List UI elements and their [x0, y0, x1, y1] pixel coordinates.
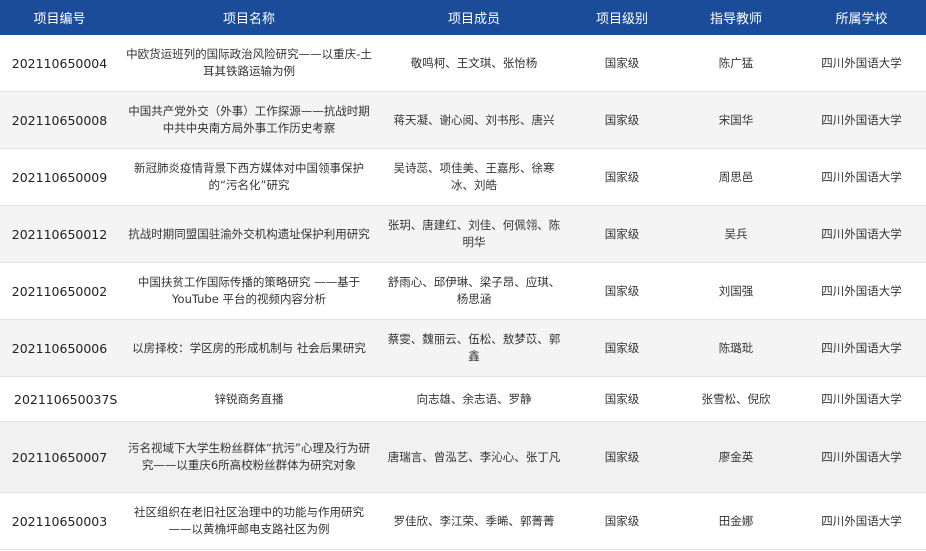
table-row: 202110650008 中国共产党外交（外事）工作探源——抗战时期中共中央南方… [0, 91, 926, 149]
cell-project-id: 202110650009 [0, 148, 119, 206]
table-row: 202110650012 抗战时期同盟国驻渝外交机构遗址保护利用研究 张玥、唐建… [0, 205, 926, 263]
cell-members: 向志雄、余志语、罗静 [379, 376, 569, 422]
header-project-members: 项目成员 [379, 0, 569, 35]
cell-project-name: 中国共产党外交（外事）工作探源——抗战时期中共中央南方局外事工作历史考察 [119, 91, 379, 149]
cell-project-name: 以房择校：学区房的形成机制与 社会后果研究 [119, 319, 379, 377]
table-row: 202110650009 新冠肺炎疫情背景下西方媒体对中国领事保护的“污名化”研… [0, 148, 926, 206]
cell-project-name: 抗战时期同盟国驻渝外交机构遗址保护利用研究 [119, 205, 379, 263]
cell-members: 张玥、唐建红、刘佳、何佩翎、陈明华 [379, 205, 569, 263]
table-row: 202110650003 社区组织在老旧社区治理中的功能与作用研究——以黄桷坪邮… [0, 492, 926, 550]
cell-project-name: 新冠肺炎疫情背景下西方媒体对中国领事保护的“污名化”研究 [119, 148, 379, 206]
cell-advisor: 田金娜 [675, 492, 797, 550]
cell-project-name: 污名视域下大学生粉丝群体“抗污”心理及行为研究——以重庆6所高校粉丝群体为研究对… [119, 421, 379, 493]
cell-school: 四川外国语大学 [797, 262, 926, 320]
cell-school: 四川外国语大学 [797, 319, 926, 377]
table-body: 202110650004 中欧货运班列的国际政治风险研究——以重庆-土耳其铁路运… [0, 35, 926, 550]
cell-members: 罗佳欣、李江荣、季晞、郭菁菁 [379, 492, 569, 550]
header-school: 所属学校 [797, 0, 926, 35]
cell-members: 蔡雯、魏丽云、伍松、敖梦苡、郭鑫 [379, 319, 569, 377]
table-row: 202110650037S 锌锐商务直播 向志雄、余志语、罗静 国家级 张雪松、… [0, 376, 926, 422]
cell-project-id: 202110650006 [0, 319, 119, 377]
cell-level: 国家级 [569, 35, 675, 92]
table-row: 202110650004 中欧货运班列的国际政治风险研究——以重庆-土耳其铁路运… [0, 35, 926, 92]
cell-advisor: 吴兵 [675, 205, 797, 263]
cell-project-id: 202110650008 [0, 91, 119, 149]
header-project-level: 项目级别 [569, 0, 675, 35]
cell-school: 四川外国语大学 [797, 148, 926, 206]
cell-members: 敬鸣柯、王文琪、张怡杨 [379, 35, 569, 92]
cell-project-name: 中欧货运班列的国际政治风险研究——以重庆-土耳其铁路运输为例 [119, 35, 379, 92]
cell-project-id: 202110650007 [0, 421, 119, 493]
cell-level: 国家级 [569, 91, 675, 149]
cell-project-name: 中国扶贫工作国际传播的策略研究 ——基于 YouTube 平台的视频内容分析 [119, 262, 379, 320]
cell-level: 国家级 [569, 205, 675, 263]
cell-school: 四川外国语大学 [797, 91, 926, 149]
cell-project-name: 社区组织在老旧社区治理中的功能与作用研究——以黄桷坪邮电支路社区为例 [119, 492, 379, 550]
cell-advisor: 陈广猛 [675, 35, 797, 92]
cell-project-id: 202110650037S [0, 376, 119, 422]
cell-school: 四川外国语大学 [797, 376, 926, 422]
cell-advisor: 陈璐玭 [675, 319, 797, 377]
cell-level: 国家级 [569, 421, 675, 493]
projects-table: 项目编号 项目名称 项目成员 项目级别 指导教师 所属学校 2021106500… [0, 0, 926, 550]
cell-members: 蒋天凝、谢心阅、刘书彤、唐兴 [379, 91, 569, 149]
cell-level: 国家级 [569, 376, 675, 422]
table-row: 202110650002 中国扶贫工作国际传播的策略研究 ——基于 YouTub… [0, 262, 926, 320]
cell-members: 唐瑞言、曾泓艺、李沁心、张丁凡 [379, 421, 569, 493]
cell-advisor: 宋国华 [675, 91, 797, 149]
cell-project-id: 202110650012 [0, 205, 119, 263]
header-project-name: 项目名称 [119, 0, 379, 35]
cell-level: 国家级 [569, 492, 675, 550]
cell-advisor: 张雪松、倪欣 [675, 376, 797, 422]
table-row: 202110650006 以房择校：学区房的形成机制与 社会后果研究 蔡雯、魏丽… [0, 319, 926, 377]
header-advisor: 指导教师 [675, 0, 797, 35]
cell-level: 国家级 [569, 262, 675, 320]
cell-project-id: 202110650003 [0, 492, 119, 550]
cell-project-id: 202110650002 [0, 262, 119, 320]
header-project-id: 项目编号 [0, 0, 119, 35]
header-row: 项目编号 项目名称 项目成员 项目级别 指导教师 所属学校 [0, 0, 926, 35]
cell-school: 四川外国语大学 [797, 492, 926, 550]
cell-members: 吴诗蕊、项佳美、王嘉彤、徐寒冰、刘皓 [379, 148, 569, 206]
table-header: 项目编号 项目名称 项目成员 项目级别 指导教师 所属学校 [0, 0, 926, 35]
cell-school: 四川外国语大学 [797, 421, 926, 493]
cell-level: 国家级 [569, 148, 675, 206]
cell-advisor: 周思邑 [675, 148, 797, 206]
cell-advisor: 刘国强 [675, 262, 797, 320]
cell-project-id: 202110650004 [0, 35, 119, 92]
table-row: 202110650007 污名视域下大学生粉丝群体“抗污”心理及行为研究——以重… [0, 421, 926, 493]
cell-school: 四川外国语大学 [797, 205, 926, 263]
cell-project-name: 锌锐商务直播 [119, 376, 379, 422]
cell-advisor: 廖金英 [675, 421, 797, 493]
cell-members: 舒雨心、邱伊琳、梁子昂、应琪、杨思涵 [379, 262, 569, 320]
cell-school: 四川外国语大学 [797, 35, 926, 92]
cell-level: 国家级 [569, 319, 675, 377]
